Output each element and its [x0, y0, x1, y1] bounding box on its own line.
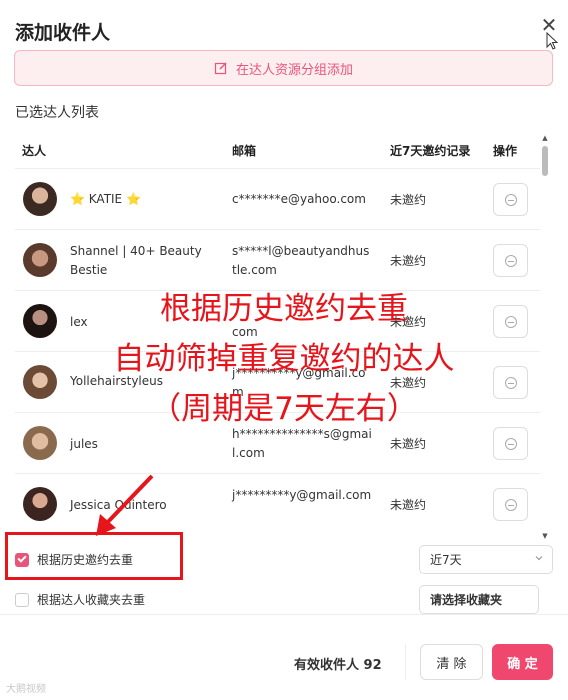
- remove-button[interactable]: [493, 427, 528, 460]
- period-select[interactable]: 近7天: [419, 545, 553, 574]
- minus-circle-icon: [504, 437, 517, 450]
- scroll-down-icon[interactable]: ▼: [541, 532, 549, 540]
- table-row: Shannel | 40+ Beauty Bestie s*****l@beau…: [15, 229, 540, 290]
- creator-name: jules: [70, 437, 98, 451]
- scrollbar-thumb[interactable]: [542, 146, 548, 176]
- footer-separator: [405, 644, 406, 680]
- creator-email: c*******e@yahoo.com: [232, 192, 366, 206]
- dedupe-favorites-option[interactable]: 根据达人收藏夹去重: [15, 591, 145, 608]
- avatar: [23, 487, 57, 521]
- minus-circle-icon: [504, 254, 517, 267]
- confirm-button[interactable]: 确 定: [492, 644, 553, 680]
- chevron-down-icon: [535, 556, 543, 561]
- table-row: ⭐ KATIE ⭐ c*******e@yahoo.com 未邀约: [15, 168, 540, 229]
- remove-button[interactable]: [493, 183, 528, 216]
- invite-record: 未邀约: [390, 498, 427, 512]
- creator-name: ⭐ KATIE ⭐: [70, 192, 141, 206]
- avatar: [23, 426, 57, 460]
- arrow-annotation-icon: [96, 474, 154, 536]
- table-header: 达人 邮箱 近7天邀约记录 操作: [15, 134, 553, 166]
- header-invite-record: 近7天邀约记录: [390, 143, 471, 158]
- add-from-resource-group-button[interactable]: 在达人资源分组添加: [14, 50, 553, 86]
- selected-list-label: 已选达人列表: [15, 105, 99, 121]
- watermark: 大鹅视频: [6, 684, 46, 695]
- remove-button[interactable]: [493, 244, 528, 277]
- invite-record: 未邀约: [390, 437, 427, 451]
- period-value: 近7天: [430, 553, 462, 567]
- header-action: 操作: [493, 143, 518, 158]
- overlay-caption-line-1: 根据历史邀约去重: [160, 291, 408, 327]
- header-creator: 达人: [22, 143, 47, 158]
- favorites-placeholder: 请选择收藏夹: [430, 593, 503, 607]
- creator-email: h**************s@gmail.com: [232, 427, 372, 460]
- dedupe-history-option[interactable]: 根据历史邀约去重: [15, 551, 133, 568]
- invite-record: 未邀约: [390, 254, 427, 268]
- remove-button[interactable]: [493, 488, 528, 521]
- clear-button[interactable]: 清 除: [420, 644, 483, 680]
- footer-divider: [0, 614, 568, 615]
- favorites-select[interactable]: 请选择收藏夹: [419, 585, 539, 614]
- creator-name: Shannel | 40+ Beauty Bestie: [70, 244, 202, 277]
- add-button-label: 在达人资源分组添加: [235, 62, 353, 78]
- valid-recipient-count: 有效收件人 92: [294, 658, 382, 673]
- dedupe-favorites-checkbox[interactable]: [15, 592, 29, 607]
- avatar: [23, 243, 57, 277]
- minus-circle-icon: [504, 376, 517, 389]
- add-recipient-dialog: 添加收件人 ✕ 在达人资源分组添加 已选达人列表 达人 邮箱 近7天邀约记录 操…: [0, 0, 568, 700]
- dedupe-history-checkbox[interactable]: [15, 552, 29, 567]
- creator-email: j*********y@gmail.com: [232, 488, 372, 502]
- table-scrollbar[interactable]: ▲ ▼: [541, 134, 549, 544]
- dedupe-history-label: 根据历史邀约去重: [37, 553, 134, 567]
- minus-circle-icon: [504, 498, 517, 511]
- minus-circle-icon: [504, 193, 517, 206]
- avatar: [23, 182, 57, 216]
- header-email: 邮箱: [232, 143, 257, 158]
- overlay-caption-line-3: （周期是7天左右）: [150, 391, 418, 427]
- invite-record: 未邀约: [390, 193, 427, 207]
- dedupe-favorites-label: 根据达人收藏夹去重: [37, 593, 146, 607]
- scroll-up-icon[interactable]: ▲: [541, 134, 549, 142]
- creator-email: s*****l@beautyandhustle.com: [232, 244, 370, 277]
- overlay-caption-line-2: 自动筛掉重复邀约的达人: [113, 341, 455, 377]
- edit-icon: [214, 62, 227, 75]
- dialog-title: 添加收件人: [15, 22, 111, 44]
- cursor-icon: [546, 32, 559, 50]
